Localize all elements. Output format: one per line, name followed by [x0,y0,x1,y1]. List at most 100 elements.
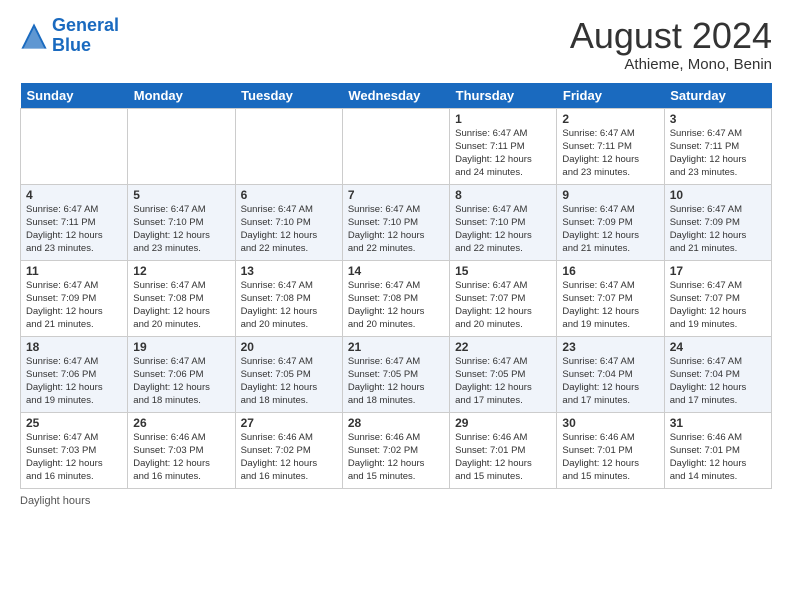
calendar-cell: 17Sunrise: 6:47 AMSunset: 7:07 PMDayligh… [664,260,771,336]
location: Athieme, Mono, Benin [570,56,772,73]
day-info: Sunrise: 6:47 AMSunset: 7:07 PMDaylight:… [670,279,766,332]
day-info: Sunrise: 6:47 AMSunset: 7:08 PMDaylight:… [133,279,229,332]
day-info: Sunrise: 6:47 AMSunset: 7:03 PMDaylight:… [26,431,122,484]
calendar-cell: 31Sunrise: 6:46 AMSunset: 7:01 PMDayligh… [664,412,771,488]
day-info: Sunrise: 6:47 AMSunset: 7:10 PMDaylight:… [348,203,444,256]
day-number: 4 [26,188,122,202]
calendar-cell: 24Sunrise: 6:47 AMSunset: 7:04 PMDayligh… [664,336,771,412]
day-number: 29 [455,416,551,430]
calendar-cell: 27Sunrise: 6:46 AMSunset: 7:02 PMDayligh… [235,412,342,488]
day-info: Sunrise: 6:47 AMSunset: 7:05 PMDaylight:… [455,355,551,408]
week-row-5: 25Sunrise: 6:47 AMSunset: 7:03 PMDayligh… [21,412,772,488]
day-info: Sunrise: 6:47 AMSunset: 7:11 PMDaylight:… [562,127,658,180]
day-info: Sunrise: 6:47 AMSunset: 7:05 PMDaylight:… [348,355,444,408]
calendar-cell: 7Sunrise: 6:47 AMSunset: 7:10 PMDaylight… [342,184,449,260]
day-number: 10 [670,188,766,202]
day-number: 31 [670,416,766,430]
day-info: Sunrise: 6:47 AMSunset: 7:06 PMDaylight:… [26,355,122,408]
calendar-cell: 26Sunrise: 6:46 AMSunset: 7:03 PMDayligh… [128,412,235,488]
logo-icon [20,22,48,50]
calendar-cell: 23Sunrise: 6:47 AMSunset: 7:04 PMDayligh… [557,336,664,412]
day-info: Sunrise: 6:46 AMSunset: 7:02 PMDaylight:… [348,431,444,484]
week-row-2: 4Sunrise: 6:47 AMSunset: 7:11 PMDaylight… [21,184,772,260]
day-info: Sunrise: 6:46 AMSunset: 7:01 PMDaylight:… [670,431,766,484]
day-number: 21 [348,340,444,354]
title-block: August 2024 Athieme, Mono, Benin [570,16,772,73]
calendar-cell [21,108,128,184]
daylight-label: Daylight hours [20,495,90,507]
calendar-cell [128,108,235,184]
logo-blue: Blue [52,35,91,55]
calendar-cell: 5Sunrise: 6:47 AMSunset: 7:10 PMDaylight… [128,184,235,260]
calendar-cell: 12Sunrise: 6:47 AMSunset: 7:08 PMDayligh… [128,260,235,336]
weekday-header-monday: Monday [128,83,235,109]
day-number: 1 [455,112,551,126]
calendar-cell: 16Sunrise: 6:47 AMSunset: 7:07 PMDayligh… [557,260,664,336]
day-number: 28 [348,416,444,430]
calendar-cell: 28Sunrise: 6:46 AMSunset: 7:02 PMDayligh… [342,412,449,488]
calendar-cell: 30Sunrise: 6:46 AMSunset: 7:01 PMDayligh… [557,412,664,488]
calendar-cell: 10Sunrise: 6:47 AMSunset: 7:09 PMDayligh… [664,184,771,260]
calendar-cell: 13Sunrise: 6:47 AMSunset: 7:08 PMDayligh… [235,260,342,336]
weekday-header-thursday: Thursday [450,83,557,109]
calendar-cell: 29Sunrise: 6:46 AMSunset: 7:01 PMDayligh… [450,412,557,488]
day-info: Sunrise: 6:47 AMSunset: 7:05 PMDaylight:… [241,355,337,408]
day-number: 27 [241,416,337,430]
day-number: 23 [562,340,658,354]
weekday-header-wednesday: Wednesday [342,83,449,109]
day-info: Sunrise: 6:47 AMSunset: 7:09 PMDaylight:… [562,203,658,256]
day-info: Sunrise: 6:47 AMSunset: 7:11 PMDaylight:… [455,127,551,180]
day-info: Sunrise: 6:46 AMSunset: 7:03 PMDaylight:… [133,431,229,484]
day-number: 22 [455,340,551,354]
week-row-4: 18Sunrise: 6:47 AMSunset: 7:06 PMDayligh… [21,336,772,412]
day-info: Sunrise: 6:47 AMSunset: 7:04 PMDaylight:… [562,355,658,408]
calendar-cell [342,108,449,184]
calendar-cell: 6Sunrise: 6:47 AMSunset: 7:10 PMDaylight… [235,184,342,260]
day-number: 8 [455,188,551,202]
calendar-cell: 3Sunrise: 6:47 AMSunset: 7:11 PMDaylight… [664,108,771,184]
day-number: 17 [670,264,766,278]
day-number: 11 [26,264,122,278]
calendar-cell: 14Sunrise: 6:47 AMSunset: 7:08 PMDayligh… [342,260,449,336]
day-info: Sunrise: 6:46 AMSunset: 7:01 PMDaylight:… [455,431,551,484]
day-number: 19 [133,340,229,354]
footer: Daylight hours [20,495,772,507]
calendar-cell: 21Sunrise: 6:47 AMSunset: 7:05 PMDayligh… [342,336,449,412]
calendar-cell [235,108,342,184]
day-info: Sunrise: 6:47 AMSunset: 7:07 PMDaylight:… [455,279,551,332]
day-number: 7 [348,188,444,202]
calendar-cell: 11Sunrise: 6:47 AMSunset: 7:09 PMDayligh… [21,260,128,336]
day-info: Sunrise: 6:47 AMSunset: 7:10 PMDaylight:… [455,203,551,256]
logo-general: General [52,15,119,35]
calendar-cell: 8Sunrise: 6:47 AMSunset: 7:10 PMDaylight… [450,184,557,260]
day-number: 30 [562,416,658,430]
day-number: 20 [241,340,337,354]
calendar-cell: 15Sunrise: 6:47 AMSunset: 7:07 PMDayligh… [450,260,557,336]
day-number: 24 [670,340,766,354]
day-info: Sunrise: 6:46 AMSunset: 7:01 PMDaylight:… [562,431,658,484]
logo-text: General Blue [52,16,119,56]
day-number: 6 [241,188,337,202]
calendar-cell: 4Sunrise: 6:47 AMSunset: 7:11 PMDaylight… [21,184,128,260]
day-number: 25 [26,416,122,430]
day-number: 3 [670,112,766,126]
calendar-cell: 22Sunrise: 6:47 AMSunset: 7:05 PMDayligh… [450,336,557,412]
week-row-1: 1Sunrise: 6:47 AMSunset: 7:11 PMDaylight… [21,108,772,184]
weekday-header-saturday: Saturday [664,83,771,109]
calendar-cell: 18Sunrise: 6:47 AMSunset: 7:06 PMDayligh… [21,336,128,412]
day-info: Sunrise: 6:47 AMSunset: 7:11 PMDaylight:… [26,203,122,256]
calendar-cell: 19Sunrise: 6:47 AMSunset: 7:06 PMDayligh… [128,336,235,412]
calendar-cell: 9Sunrise: 6:47 AMSunset: 7:09 PMDaylight… [557,184,664,260]
calendar-cell: 1Sunrise: 6:47 AMSunset: 7:11 PMDaylight… [450,108,557,184]
calendar-table: SundayMondayTuesdayWednesdayThursdayFrid… [20,83,772,489]
day-number: 15 [455,264,551,278]
day-info: Sunrise: 6:47 AMSunset: 7:10 PMDaylight:… [241,203,337,256]
day-info: Sunrise: 6:47 AMSunset: 7:07 PMDaylight:… [562,279,658,332]
day-info: Sunrise: 6:47 AMSunset: 7:08 PMDaylight:… [241,279,337,332]
day-info: Sunrise: 6:46 AMSunset: 7:02 PMDaylight:… [241,431,337,484]
day-number: 12 [133,264,229,278]
week-row-3: 11Sunrise: 6:47 AMSunset: 7:09 PMDayligh… [21,260,772,336]
day-number: 16 [562,264,658,278]
day-number: 2 [562,112,658,126]
day-number: 9 [562,188,658,202]
